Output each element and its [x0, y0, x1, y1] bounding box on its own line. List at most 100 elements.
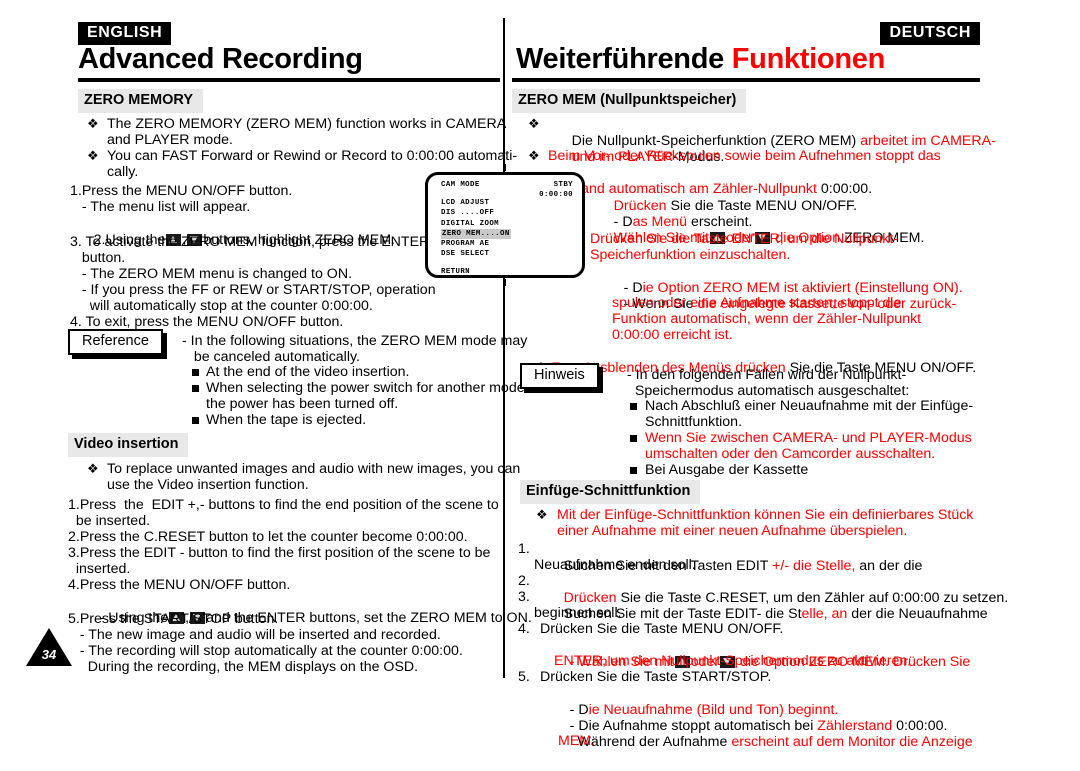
- en-reference-line1: - In the following situations, the ZERO …: [182, 333, 528, 349]
- en-s1-bullet1-line2: and PLAYER mode.: [107, 132, 233, 148]
- square-bullet-icon: [630, 403, 637, 410]
- en-s1-step-1-sub: - The menu list will appear.: [70, 199, 251, 215]
- diamond-bullet-icon: ❖: [528, 148, 540, 163]
- en-s2-step-5: 5.Press the START/STOP button.: [68, 611, 279, 627]
- section-heading-zero-mem-de: ZERO MEM (Nullpunktspeicher): [512, 89, 747, 113]
- de-g-step-5-sub4: MEM.: [558, 733, 596, 749]
- de-s1-b1-l1-red: arbeitet im CAMERA-: [860, 132, 996, 149]
- de-g-step-5-sub3: Während der Aufnahme erscheint auf dem M…: [546, 717, 973, 767]
- page-title-german: Weiterführende Funktionen: [516, 43, 885, 76]
- language-badge-german: DEUTSCH: [880, 22, 980, 45]
- en-s1-step-3-line2: button.: [70, 250, 126, 266]
- de-g-step-1-red: +/- die Stelle,: [772, 557, 856, 574]
- diamond-bullet-icon: ❖: [536, 507, 548, 522]
- en-s2-step-3-line2: inserted.: [68, 561, 131, 577]
- language-badge-english: ENGLISH: [78, 22, 172, 45]
- page-title-german-black: Weiterführende: [516, 43, 732, 75]
- en-s1-step-3-sub2: - If you press the FF or REW or START/ST…: [70, 282, 436, 298]
- de-hinweis-item-2: Wenn Sie zwischen CAMERA- und PLAYER-Mod…: [645, 430, 972, 446]
- en-s1-bullet2-line2: cally.: [107, 164, 139, 180]
- de-s2-bullet-line2: einer Aufnahme mit einer neuen Aufnahme …: [557, 523, 908, 539]
- en-s2-step-3: 3.Press the EDIT - button to find the fi…: [68, 545, 491, 561]
- en-s2-step-1: 1.Press the EDIT +,- buttons to find the…: [68, 497, 499, 513]
- en-s1-bullet1-line1: The ZERO MEMORY (ZERO MEM) function work…: [107, 116, 507, 132]
- reference-label: Reference: [68, 329, 163, 356]
- square-bullet-icon: [192, 369, 199, 376]
- de-g-step-3-red: elle, an: [801, 605, 848, 622]
- osd-menu-item: LCD ADJUST: [441, 199, 490, 208]
- diamond-bullet-icon: ❖: [87, 148, 99, 163]
- de-hinweis-line1: - In den folgenden Fällen wird der Nullp…: [627, 367, 907, 383]
- osd-menu-item: PROGRAM AE: [441, 240, 490, 249]
- en-s2-step-2: 2.Press the C.RESET button to let the co…: [68, 529, 468, 545]
- en-s2-step-5-sub3: During the recording, the MEM displays o…: [68, 659, 419, 675]
- de-g-step-5-sub3-red: erscheint auf dem Monitor die Anzeige: [731, 733, 973, 750]
- en-s1-step-3: 3. To activate the ZERO MEM function, pr…: [70, 234, 430, 250]
- osd-menu-illustration: CAM MODE STBY 0:00:00 LCD ADJUST DIS ...…: [425, 164, 585, 286]
- osd-menu-item: DSE SELECT: [441, 250, 490, 259]
- diamond-bullet-icon: ❖: [87, 461, 99, 476]
- de-step-3-line1: Drücken Sie die Taste ENTER, um die Null…: [590, 231, 899, 247]
- de-g-step-5-number: 5.: [518, 669, 530, 685]
- hinweis-label: Hinweis: [520, 363, 599, 390]
- en-s2-step-5-sub1: - The new image and audio will be insert…: [68, 627, 441, 643]
- square-bullet-icon: [192, 417, 199, 424]
- diamond-bullet-icon: ❖: [87, 116, 99, 131]
- en-s2-step-5-sub2: - The recording will stop automatically …: [68, 643, 463, 659]
- en-s2-step-4: 4.Press the MENU ON/OFF button.: [68, 577, 291, 593]
- osd-menu-list: LCD ADJUST DIS ....OFF DIGITAL ZOOM ZERO…: [435, 198, 575, 259]
- osd-menu-item: DIS ....OFF: [441, 209, 495, 218]
- de-step-3-sub2-line4: 0:00:00 erreicht ist.: [612, 327, 733, 343]
- page-number-badge: 34: [26, 628, 72, 666]
- en-s1-step-3-sub3: will automatically stop at the counter 0…: [70, 298, 373, 314]
- german-language-badge-row: DEUTSCH: [880, 22, 980, 45]
- english-column: ENGLISH Advanced Recording ZERO MEMORY ❖…: [60, 0, 541, 771]
- en-reference-item-1: At the end of the video insertion.: [206, 364, 410, 380]
- de-g-step-3-line2: beginnen soll.: [534, 605, 622, 621]
- square-bullet-icon: [630, 435, 637, 442]
- page-title-english: Advanced Recording: [78, 43, 363, 75]
- osd-recording-status: STBY: [553, 181, 573, 189]
- en-s1-step-3-sub1: - The ZERO MEM menu is changed to ON.: [70, 266, 353, 282]
- section-heading-video-insertion: Video insertion: [68, 433, 189, 457]
- de-hinweis-item-3: Bei Ausgabe der Kassette: [645, 462, 809, 478]
- osd-return-item: RETURN: [441, 268, 471, 277]
- de-g-step-3-black2: der die Neuaufnahme: [847, 605, 988, 622]
- de-hinweis-item-2-line2: umschalten oder den Camcorder ausschalte…: [645, 446, 936, 462]
- de-g-step-5: Drücken Sie die Taste START/STOP.: [540, 669, 772, 685]
- de-s1-bullet2-line1: Beim Vor- oder Rückspulen sowie beim Auf…: [548, 148, 941, 164]
- de-step-3-sub2-line3: Funktion automatisch, wenn der Zähler-Nu…: [612, 311, 922, 327]
- title-rule-english: [78, 78, 500, 82]
- en-s2-bullet-line1: To replace unwanted images and audio wit…: [107, 461, 521, 477]
- en-reference-item-2-line2: the power has been turned off.: [206, 396, 399, 412]
- osd-screen-content: CAM MODE STBY 0:00:00 LCD ADJUST DIS ...…: [435, 180, 575, 276]
- section-heading-einfuege-schnittfunktion: Einfüge-Schnittfunktion: [520, 480, 701, 504]
- de-g-step-4: Drücken Sie die Taste MENU ON/OFF.: [540, 621, 784, 637]
- de-g-step-1-black2: an der die: [855, 557, 923, 574]
- page-number-value: 34: [41, 647, 57, 662]
- de-g-step-3-number: 3.: [518, 589, 530, 605]
- en-reference-item-3: When the tape is ejected.: [206, 412, 367, 428]
- square-bullet-icon: [192, 385, 199, 392]
- section-heading-zero-memory: ZERO MEMORY: [78, 89, 204, 113]
- diamond-bullet-icon: ❖: [528, 116, 540, 131]
- manual-page: ENGLISH Advanced Recording ZERO MEMORY ❖…: [0, 0, 1080, 771]
- hinweis-callout: Hinweis: [520, 363, 603, 394]
- de-g-step-1-number: 1.: [518, 541, 530, 557]
- de-hinweis-item-1-line2: Schnittfunktion.: [645, 414, 743, 430]
- de-hinweis-item-1: Nach Abschluß einer Neuaufnahme mit der …: [645, 398, 974, 414]
- english-language-badge-row: ENGLISH: [78, 22, 172, 45]
- de-step-3-sub2-line2: spulen oder eine Aufnahme starten, stopp…: [612, 295, 902, 311]
- de-g-step-2-number: 2.: [518, 573, 530, 589]
- osd-menu-item: DIGITAL ZOOM: [441, 219, 500, 228]
- de-g-step-4-number: 4.: [518, 621, 530, 637]
- en-s2-step-1-line2: be inserted.: [68, 513, 151, 529]
- osd-tick-bottom-icon: [504, 279, 506, 286]
- de-step-3-line2: Speicherfunktion einzuschalten.: [590, 247, 791, 263]
- de-g-step-1-line2: Neuaufnahme enden soll.: [534, 557, 696, 573]
- square-bullet-icon: [630, 467, 637, 474]
- en-s1-step-1: 1.Press the MENU ON/OFF button.: [70, 183, 293, 199]
- osd-tick-top-icon: [504, 164, 506, 171]
- en-s1-bullet2-line1: You can FAST Forward or Rewind or Record…: [107, 148, 518, 164]
- en-reference-item-2: When selecting the power switch for anot…: [206, 380, 542, 396]
